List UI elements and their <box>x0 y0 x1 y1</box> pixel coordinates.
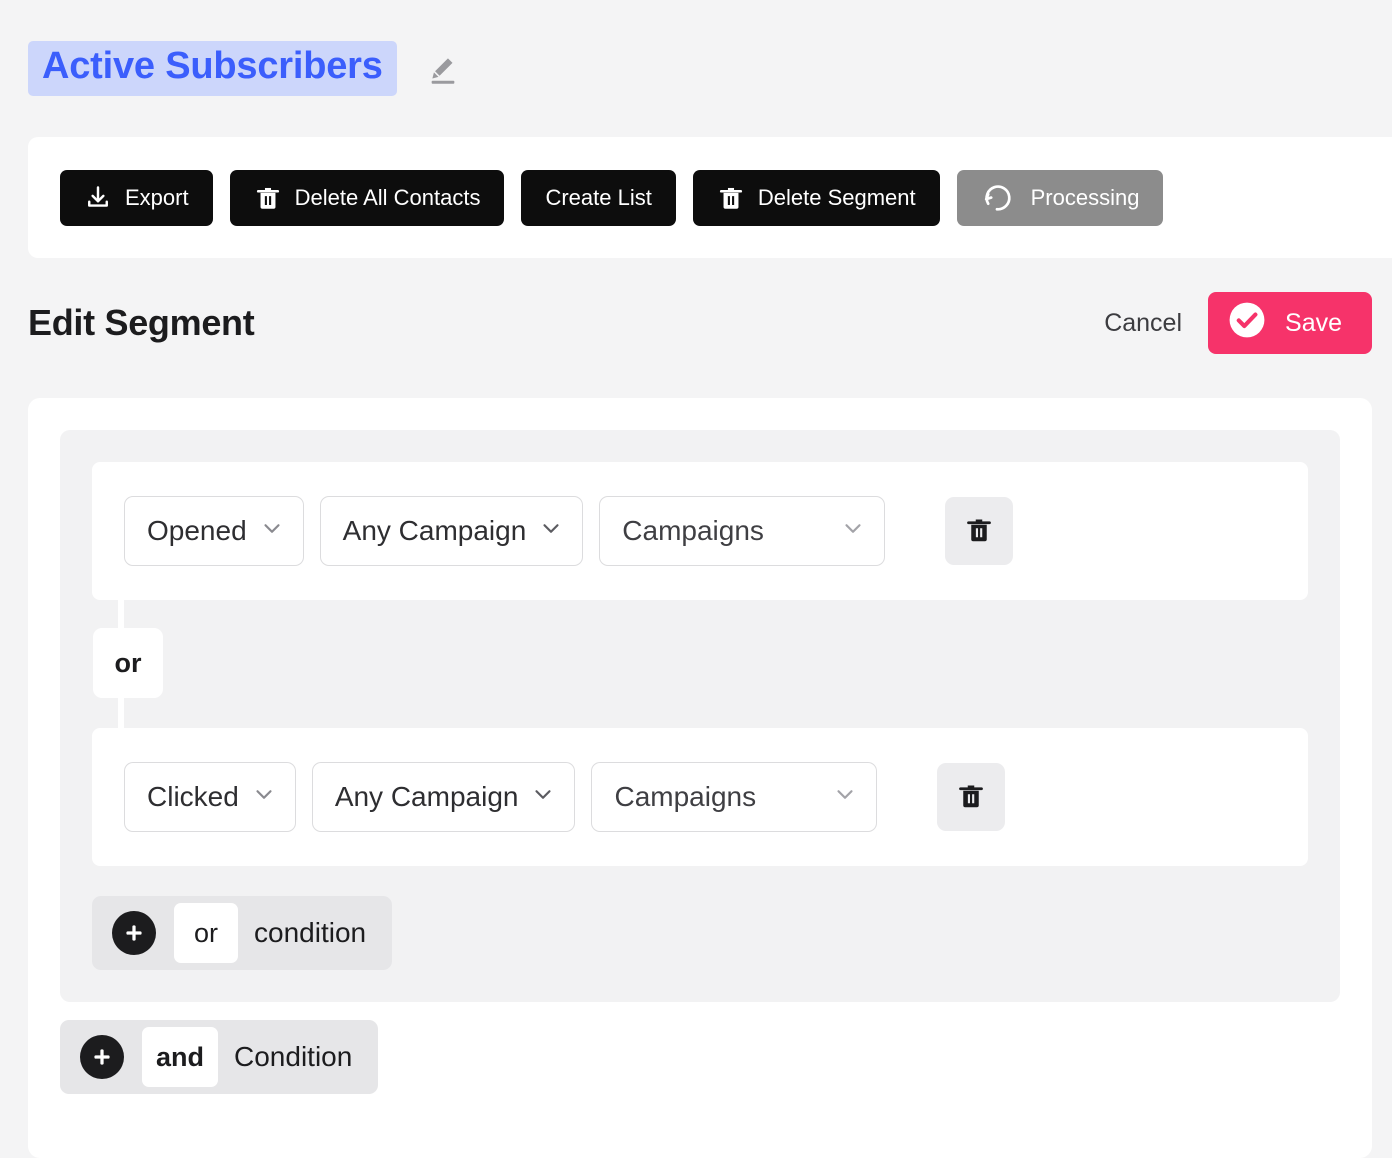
chevron-down-icon <box>840 515 866 548</box>
condition-field-value: Clicked <box>147 781 239 813</box>
condition-row: Clicked Any Campaign Campaigns <box>92 728 1308 866</box>
group-connector: or <box>92 600 1308 728</box>
save-button[interactable]: Save <box>1208 292 1372 354</box>
add-and-operator-chip: and <box>142 1027 218 1087</box>
condition-field-select[interactable]: Opened <box>124 496 304 566</box>
chevron-down-icon <box>259 515 285 548</box>
plus-circle-icon <box>80 1035 124 1079</box>
add-or-condition-label: condition <box>254 917 366 949</box>
page-title: Edit Segment <box>28 302 254 344</box>
download-icon <box>84 184 112 212</box>
chevron-down-icon <box>832 781 858 814</box>
create-list-label: Create List <box>545 185 651 211</box>
add-or-condition-wrap: or condition <box>92 896 1308 970</box>
condition-value-text: Campaigns <box>614 781 756 813</box>
condition-operator-select[interactable]: Any Campaign <box>312 762 576 832</box>
export-button-label: Export <box>125 185 189 211</box>
condition-operator-value: Any Campaign <box>343 515 527 547</box>
refresh-icon <box>981 181 1015 215</box>
condition-value-select[interactable]: Campaigns <box>599 496 885 566</box>
add-and-condition-label: Condition <box>234 1041 352 1073</box>
condition-field-value: Opened <box>147 515 247 547</box>
condition-operator-value: Any Campaign <box>335 781 519 813</box>
delete-condition-button[interactable] <box>937 763 1005 831</box>
trash-icon <box>956 781 986 814</box>
pencil-icon[interactable] <box>423 49 463 89</box>
chevron-down-icon <box>538 515 564 548</box>
create-list-button[interactable]: Create List <box>521 170 675 226</box>
check-circle-icon <box>1228 301 1266 346</box>
trash-icon <box>254 184 282 212</box>
add-or-condition-button[interactable]: or condition <box>92 896 392 970</box>
trash-icon <box>717 184 745 212</box>
delete-condition-button[interactable] <box>945 497 1013 565</box>
save-button-label: Save <box>1285 309 1342 338</box>
chevron-down-icon <box>530 781 556 814</box>
add-and-condition-wrap: and Condition <box>60 1020 378 1094</box>
export-button[interactable]: Export <box>60 170 213 226</box>
condition-field-select[interactable]: Clicked <box>124 762 296 832</box>
segment-title-row: Active Subscribers <box>0 0 1392 137</box>
add-and-condition-button[interactable]: and Condition <box>60 1020 378 1094</box>
delete-all-contacts-button[interactable]: Delete All Contacts <box>230 170 505 226</box>
chevron-down-icon <box>251 781 277 814</box>
segment-builder-card: Opened Any Campaign Campaigns <box>28 398 1372 1158</box>
connector-operator-badge[interactable]: or <box>93 628 163 698</box>
trash-icon <box>964 515 994 548</box>
condition-value-text: Campaigns <box>622 515 764 547</box>
edit-segment-header: Edit Segment Cancel Save <box>0 258 1392 388</box>
add-or-operator-chip: or <box>174 903 238 963</box>
condition-group: Opened Any Campaign Campaigns <box>60 430 1340 1002</box>
edit-segment-actions: Cancel Save <box>1100 292 1372 354</box>
processing-button: Processing <box>957 170 1164 226</box>
condition-value-select[interactable]: Campaigns <box>591 762 877 832</box>
cancel-button[interactable]: Cancel <box>1100 301 1186 346</box>
delete-segment-button[interactable]: Delete Segment <box>693 170 940 226</box>
segment-name-title[interactable]: Active Subscribers <box>28 41 397 96</box>
segment-toolbar: Export Delete All Contacts Create List <box>28 137 1392 258</box>
plus-circle-icon <box>112 911 156 955</box>
condition-row: Opened Any Campaign Campaigns <box>92 462 1308 600</box>
delete-segment-label: Delete Segment <box>758 185 916 211</box>
delete-all-contacts-label: Delete All Contacts <box>295 185 481 211</box>
processing-label: Processing <box>1031 185 1140 211</box>
condition-operator-select[interactable]: Any Campaign <box>320 496 584 566</box>
